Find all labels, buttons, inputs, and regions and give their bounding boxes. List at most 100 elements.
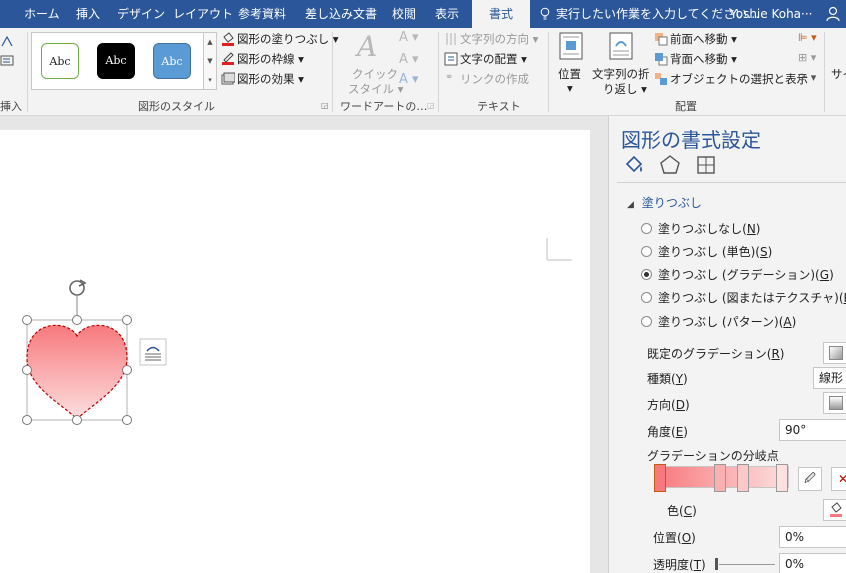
quick-style-line1: クイック <box>352 67 398 81</box>
tab-format[interactable]: 書式 <box>472 0 530 28</box>
align-icon[interactable]: ⊫ ▾ <box>798 31 817 44</box>
tell-me-box[interactable]: 実行したい作業を入力してください… <box>556 0 759 28</box>
text-fill-icon[interactable]: A ▾ <box>399 30 419 45</box>
style-swatch-outline[interactable]: Abc <box>41 43 79 79</box>
text-direction-button[interactable]: 文字列の方向 ▾ <box>460 31 538 47</box>
tab-mailings[interactable]: 差し込み文書 <box>305 0 377 28</box>
tab-design[interactable]: デザイン <box>117 0 165 28</box>
shape-styles-launcher-icon[interactable]: ◲ <box>321 101 329 110</box>
shape-style-gallery: Abc Abc Abc <box>31 32 217 90</box>
fill-option-picture[interactable]: 塗りつぶし (図またはテクスチャ)(P) <box>641 289 846 307</box>
group-separator <box>332 32 333 112</box>
shape-outline-button[interactable]: 図形の枠線 ▾ <box>237 51 304 67</box>
remove-gradient-stop-icon[interactable]: ✕ <box>831 467 846 491</box>
heart-shape[interactable] <box>14 278 144 448</box>
fill-option-none[interactable]: 塗りつぶしなし(N) <box>641 220 760 238</box>
fill-line-tab-icon[interactable] <box>623 154 645 176</box>
gradient-type-select[interactable]: 線形 <box>813 367 846 389</box>
shape-effects-icon <box>221 72 235 85</box>
group-separator <box>824 32 825 112</box>
radio-button-selected[interactable] <box>641 269 652 280</box>
tab-view[interactable]: 表示 <box>435 0 459 28</box>
gradient-swatch-icon <box>829 346 843 360</box>
fill-option-gradient[interactable]: 塗りつぶし (グラデーション)(G) <box>641 266 834 284</box>
fill-section-header[interactable]: ◢ 塗りつぶし <box>627 194 702 211</box>
text-box-icon[interactable] <box>0 54 16 68</box>
option-key: A <box>783 315 792 329</box>
paint-bucket-icon <box>830 502 842 517</box>
layout-options-icon[interactable] <box>139 338 167 366</box>
create-link-button[interactable]: リンクの作成 <box>460 71 529 87</box>
gallery-up-icon[interactable]: ▲ <box>204 33 216 52</box>
gradient-stop-3[interactable] <box>737 464 749 492</box>
user-name[interactable]: Yoshie Koha··· <box>730 0 812 28</box>
fill-option-solid[interactable]: 塗りつぶし (単色)(S) <box>641 243 772 261</box>
wordart-launcher-icon[interactable]: ◲ <box>427 101 435 110</box>
add-gradient-stop-icon[interactable]: 🖉 <box>798 467 822 491</box>
stop-position-label: 位置(O) <box>653 531 696 545</box>
option-label: 塗りつぶし (図またはテクスチャ)( <box>658 291 844 305</box>
edit-shape-icon[interactable] <box>0 34 16 50</box>
style-swatch-black[interactable]: Abc <box>97 43 135 79</box>
selection-pane-icon <box>655 73 667 85</box>
align-text-button[interactable]: 文字の配置 ▾ <box>460 51 527 67</box>
quick-style-button[interactable]: スタイル ▾ <box>348 81 403 97</box>
gradient-stop-2[interactable] <box>714 464 726 492</box>
group-objects-icon[interactable]: ⊞ ▾ <box>798 51 816 64</box>
gradient-stop-1[interactable] <box>654 464 666 492</box>
position-button[interactable]: 位置 <box>558 66 581 82</box>
gradient-angle-label: 角度(E) <box>647 425 688 439</box>
lightbulb-icon <box>540 7 550 20</box>
effects-tab-icon[interactable] <box>659 154 681 176</box>
stop-position-input[interactable]: 0% <box>779 526 846 548</box>
size-button[interactable]: サイ <box>831 66 846 82</box>
paint-bucket-icon <box>222 32 234 46</box>
tab-review[interactable]: 校閲 <box>392 0 416 28</box>
label-text: 既定のグラデーション( <box>647 347 772 361</box>
tab-layout[interactable]: レイアウト <box>173 0 233 28</box>
heart-fill[interactable] <box>26 324 128 420</box>
gallery-more-icon[interactable]: ▾ <box>204 71 216 89</box>
rotate-icon[interactable]: ⟳ ▾ <box>798 71 816 84</box>
radio-button[interactable] <box>641 292 652 303</box>
text-outline-icon[interactable]: A ▾ <box>399 52 419 67</box>
text-group-label: テキスト <box>477 100 521 113</box>
radio-button[interactable] <box>641 246 652 257</box>
style-swatch-blue[interactable]: Abc <box>153 43 191 79</box>
shape-fill-button[interactable]: 図形の塗りつぶし ▾ <box>237 31 339 47</box>
position-dropdown-icon[interactable]: ▾ <box>567 81 573 95</box>
document-page[interactable] <box>0 130 590 573</box>
radio-button[interactable] <box>641 223 652 234</box>
fill-option-pattern[interactable]: 塗りつぶし (パターン)(A) <box>641 313 796 331</box>
gallery-scroll[interactable]: ▲ ▼ ▾ <box>203 32 217 90</box>
send-backward-button[interactable]: 背面へ移動 ▾ <box>670 51 737 67</box>
tell-me-text: 実行したい作業を入力してください <box>556 7 748 21</box>
selection-pane-button[interactable]: オブジェクトの選択と表示 <box>670 71 808 87</box>
text-effects-icon[interactable]: A ▾ <box>399 72 419 87</box>
rotate-handle-icon[interactable] <box>69 279 87 296</box>
transparency-input[interactable]: 0% <box>779 553 846 573</box>
ribbon-tab-bar: ホーム 挿入 デザイン レイアウト 参考資料 差し込み文書 校閲 表示 書式 実… <box>0 0 846 28</box>
layout-properties-tab-icon[interactable] <box>695 154 717 176</box>
option-label: 塗りつぶしなし( <box>658 222 747 236</box>
slider-thumb[interactable] <box>715 558 718 570</box>
preset-gradient-picker[interactable] <box>823 342 846 364</box>
tab-insert[interactable]: 挿入 <box>76 0 100 28</box>
radio-button[interactable] <box>641 316 652 327</box>
gradient-stop-4[interactable] <box>776 464 788 492</box>
gallery-down-icon[interactable]: ▼ <box>204 52 216 71</box>
bring-forward-button[interactable]: 前面へ移動 ▾ <box>670 31 737 47</box>
tab-home[interactable]: ホーム <box>24 0 60 28</box>
label-text: 色( <box>667 504 684 518</box>
tab-references[interactable]: 参考資料 <box>238 0 286 28</box>
preset-gradient-label: 既定のグラデーション(R) <box>647 347 785 361</box>
user-icon[interactable] <box>826 6 842 22</box>
stop-color-picker[interactable] <box>823 499 846 521</box>
gradient-angle-input[interactable]: 90° <box>779 419 846 441</box>
quick-style-line2: スタイル <box>348 82 394 96</box>
label-key: D <box>675 398 685 412</box>
transparency-slider[interactable] <box>715 558 775 572</box>
wrap-text-button[interactable]: り返し ▾ <box>603 81 647 97</box>
shape-effects-button[interactable]: 図形の効果 ▾ <box>237 71 304 87</box>
gradient-direction-picker[interactable] <box>823 392 846 414</box>
